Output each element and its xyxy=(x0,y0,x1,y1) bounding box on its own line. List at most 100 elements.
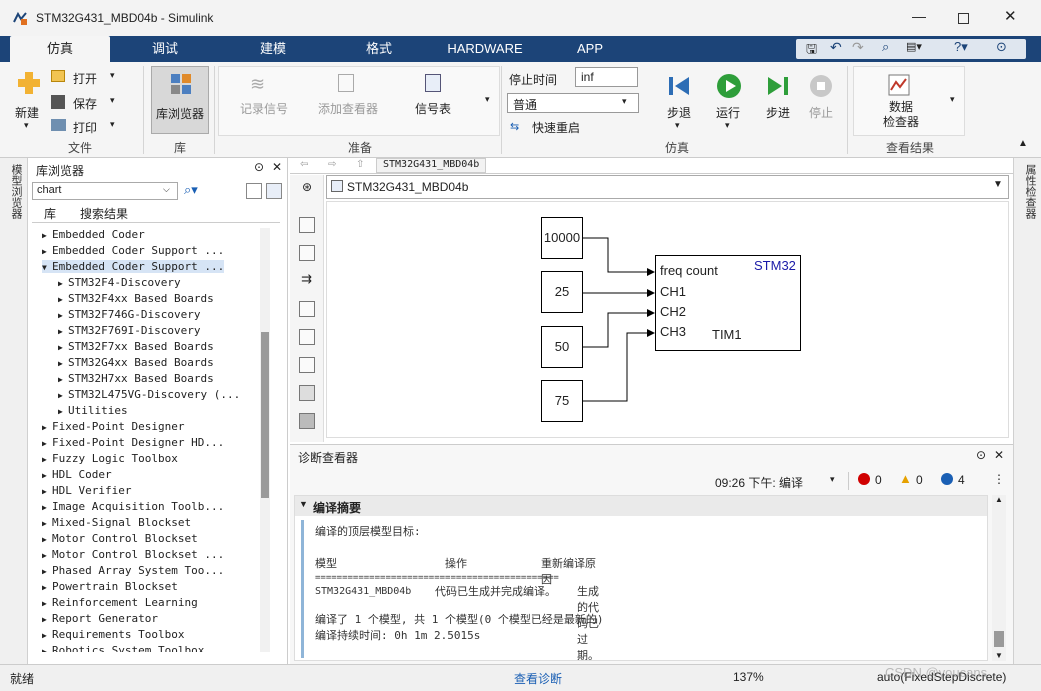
collapsed-arrow-icon[interactable]: ▶ xyxy=(42,487,52,496)
tab-hardware[interactable]: HARDWARE xyxy=(440,36,530,62)
summary-collapse-icon[interactable]: ▼ xyxy=(299,499,308,509)
diag-scrollbar-thumb[interactable] xyxy=(994,631,1004,647)
collapsed-arrow-icon[interactable]: ▶ xyxy=(42,599,52,608)
collapse-ribbon-icon[interactable]: ▲ xyxy=(1018,138,1028,149)
tree-item[interactable]: ▶ Requirements Toolbox xyxy=(42,628,184,641)
redo-icon[interactable]: ↷ xyxy=(852,39,864,56)
collapsed-arrow-icon[interactable]: ▶ xyxy=(42,471,52,480)
tree-scrollbar-thumb[interactable] xyxy=(261,332,269,498)
tree-item[interactable]: ▶ Utilities xyxy=(58,404,128,417)
tree-item[interactable]: ▶ STM32G4xx Based Boards xyxy=(58,356,214,369)
run-button[interactable]: 运行 xyxy=(716,104,740,121)
diag-menu-icon[interactable]: ⊙ xyxy=(976,448,986,462)
model-browser-tab[interactable]: 模型浏览器 xyxy=(8,164,24,219)
close-panel-icon[interactable]: ✕ xyxy=(272,160,282,174)
print-button[interactable]: 打印 xyxy=(73,119,97,136)
tree-item[interactable]: ▶ Mixed-Signal Blockset xyxy=(42,516,191,529)
add-viewer-button[interactable]: 添加查看器 xyxy=(318,100,378,117)
nav-forward-icon[interactable]: ⇨ xyxy=(328,159,336,170)
collapsed-arrow-icon[interactable]: ▶ xyxy=(58,327,68,336)
tree-item[interactable]: ▶ Reinforcement Learning xyxy=(42,596,198,609)
constant-block-1[interactable]: 10000 xyxy=(541,217,583,259)
info-icon[interactable] xyxy=(941,473,953,485)
save-dropdown-icon[interactable]: ▾ xyxy=(110,95,115,106)
help-icon[interactable]: ?▾ xyxy=(954,39,968,55)
collapsed-arrow-icon[interactable]: ▶ xyxy=(42,535,52,544)
tree-scrollbar[interactable] xyxy=(260,228,270,652)
tab-app[interactable]: APP xyxy=(560,36,620,62)
collapsed-arrow-icon[interactable]: ▶ xyxy=(58,407,68,416)
diag-scroll-down-icon[interactable]: ▼ xyxy=(995,651,1003,660)
property-inspector-tab[interactable]: 属性检查器 xyxy=(1022,164,1038,219)
tab-search-results[interactable]: 搜索结果 xyxy=(80,205,128,222)
grid-view-icon[interactable] xyxy=(266,183,282,199)
collapsed-arrow-icon[interactable]: ▶ xyxy=(58,311,68,320)
collapsed-arrow-icon[interactable]: ▶ xyxy=(42,647,52,652)
gallery-expand-icon[interactable]: ▾ xyxy=(485,94,490,105)
zoom-icon[interactable] xyxy=(299,217,315,233)
tree-item[interactable]: ▶ STM32F7xx Based Boards xyxy=(58,340,214,353)
tree-item[interactable]: ▶ STM32F4-Discovery xyxy=(58,276,181,289)
tree-item[interactable]: ▶ Powertrain Blockset xyxy=(42,580,178,593)
error-icon[interactable] xyxy=(858,473,870,485)
tree-item[interactable]: ▶ Motor Control Blockset ... xyxy=(42,548,224,561)
collapsed-arrow-icon[interactable]: ▶ xyxy=(42,247,52,256)
layout-icon[interactable]: ▤▾ xyxy=(906,40,922,53)
collapsed-arrow-icon[interactable]: ▶ xyxy=(42,455,52,464)
panel-menu-icon[interactable]: ⊙ xyxy=(254,160,264,174)
stop-button[interactable]: 停止 xyxy=(809,104,833,121)
tree-item[interactable]: ▶ Motor Control Blockset xyxy=(42,532,198,545)
diag-scrollbar[interactable]: ▲ ▼ xyxy=(992,495,1006,661)
tree-item[interactable]: ▶ Fixed-Point Designer HD... xyxy=(42,436,224,449)
step-back-button[interactable]: 步退 xyxy=(667,104,691,121)
diag-scroll-up-icon[interactable]: ▲ xyxy=(995,495,1003,504)
collapsed-arrow-icon[interactable]: ▶ xyxy=(42,551,52,560)
simulation-mode-select[interactable]: 普通 ▾ xyxy=(507,93,639,113)
data-inspector-button[interactable]: 数据 检查器 xyxy=(883,100,919,130)
run-dropdown-icon[interactable]: ▾ xyxy=(725,120,730,131)
annotation-icon[interactable] xyxy=(299,301,315,317)
print-dropdown-icon[interactable]: ▾ xyxy=(110,119,115,130)
tree-item[interactable]: ▶ HDL Verifier xyxy=(42,484,131,497)
expanded-arrow-icon[interactable]: ▼ xyxy=(42,263,52,272)
stop-time-input[interactable]: inf xyxy=(575,67,638,87)
property-icon[interactable] xyxy=(299,413,315,429)
list-view-icon[interactable] xyxy=(246,183,262,199)
tab-debug[interactable]: 调试 xyxy=(130,36,200,62)
step-back-dropdown-icon[interactable]: ▾ xyxy=(675,120,680,131)
tree-item[interactable]: ▶ STM32L475VG-Discovery (... xyxy=(58,388,240,401)
tab-modeling[interactable]: 建模 xyxy=(238,36,308,62)
tree-item[interactable]: ▶ Embedded Coder Support ... xyxy=(42,244,224,257)
nav-back-icon[interactable]: ⇦ xyxy=(300,159,308,170)
tab-format[interactable]: 格式 xyxy=(344,36,414,62)
step-forward-button[interactable]: 步进 xyxy=(766,104,790,121)
tab-simulation[interactable]: 仿真 xyxy=(10,36,110,62)
tree-item[interactable]: ▼ Embedded Coder Support ... xyxy=(42,260,225,273)
stm32-pwm-block[interactable]: STM32 freq count CH1 CH2 CH3 TIM1 xyxy=(655,255,801,351)
constant-block-2[interactable]: 25 xyxy=(541,271,583,313)
save-quick-icon[interactable]: 🖫 xyxy=(806,40,817,62)
collapsed-arrow-icon[interactable]: ▶ xyxy=(42,615,52,624)
tree-item[interactable]: ▶ STM32H7xx Based Boards xyxy=(58,372,214,385)
collapsed-arrow-icon[interactable]: ▶ xyxy=(42,503,52,512)
diag-time-dropdown-icon[interactable]: ▾ xyxy=(830,474,835,485)
tree-item[interactable]: ▶ HDL Coder xyxy=(42,468,112,481)
tree-item[interactable]: ▶ Image Acquisition Toolb... xyxy=(42,500,224,513)
tree-item[interactable]: ▶ Embedded Coder xyxy=(42,228,145,241)
address-bar[interactable]: STM32G431_MBD04b ▼ xyxy=(326,175,1009,199)
undo-icon[interactable]: ↶ xyxy=(830,39,842,56)
tree-item[interactable]: ▶ STM32F4xx Based Boards xyxy=(58,292,214,305)
model-breadcrumb-tab[interactable]: STM32G431_MBD04b xyxy=(376,158,487,173)
log-signals-button[interactable]: 记录信号 xyxy=(240,100,288,117)
close-window-icon[interactable]: ✕ xyxy=(1004,7,1017,25)
tree-item[interactable]: ▶ STM32F769I-Discovery xyxy=(58,324,200,337)
summary-header[interactable]: ▼ 编译摘要 xyxy=(295,496,987,516)
tree-item[interactable]: ▶ Fuzzy Logic Toolbox xyxy=(42,452,178,465)
address-dropdown-icon[interactable]: ▼ xyxy=(993,179,1003,190)
collapse-icon[interactable]: ⊙ xyxy=(996,39,1007,55)
collapsed-arrow-icon[interactable]: ▶ xyxy=(58,391,68,400)
diag-more-icon[interactable]: ⋮ xyxy=(993,472,1005,486)
save-button[interactable]: 保存 xyxy=(73,95,97,112)
tree-item[interactable]: ▶ Phased Array System Too... xyxy=(42,564,224,577)
area-icon[interactable] xyxy=(299,357,315,373)
